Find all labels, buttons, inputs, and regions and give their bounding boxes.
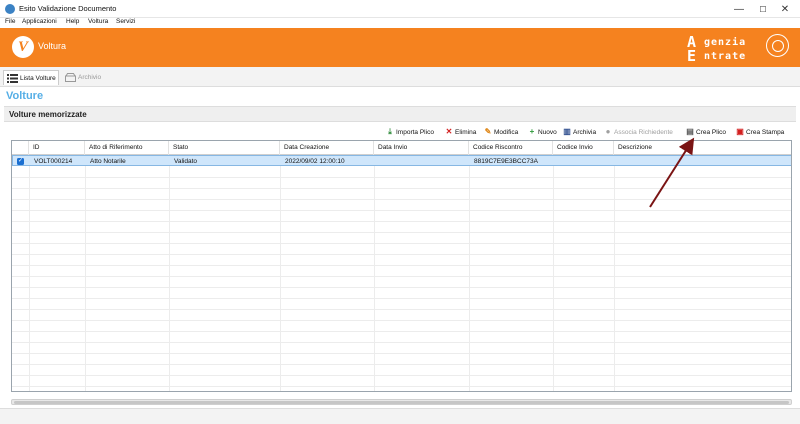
status-bar (0, 408, 800, 424)
tab-bar: Lista Volture Archivio (0, 67, 800, 87)
pdf-icon: ▣ (736, 127, 744, 136)
app-name: Voltura (38, 41, 67, 51)
menu-servizi[interactable]: Servizi (116, 18, 136, 25)
subheading-bar: Volture memorizzate (4, 106, 796, 122)
agenzia-entrate-logo: A genzia E ntrate (683, 33, 768, 65)
menu-bar: File Applicazioni Help Voltura Servizi (0, 18, 800, 28)
empty-row (12, 277, 791, 288)
empty-row (12, 222, 791, 233)
cell-stato: Validato (174, 158, 198, 165)
empty-row (12, 266, 791, 277)
archive-books-icon: ▥ (563, 127, 571, 136)
empty-row (12, 299, 791, 310)
empty-row (12, 211, 791, 222)
menu-help[interactable]: Help (66, 18, 79, 25)
empty-row (12, 365, 791, 376)
menu-file[interactable]: File (5, 18, 15, 25)
menu-voltura[interactable]: Voltura (88, 18, 108, 25)
cell-data-invio (375, 156, 379, 167)
empty-row (12, 288, 791, 299)
brand-genzia: genzia (704, 37, 747, 48)
tab-lista-volture[interactable]: Lista Volture (3, 70, 59, 85)
header-descrizione[interactable]: Descrizione (614, 141, 791, 155)
delete-label: Elimina (455, 128, 477, 136)
import-button[interactable]: ⤓ Importa Plico (386, 126, 434, 138)
empty-row (12, 376, 791, 387)
empty-row (12, 343, 791, 354)
volture-table[interactable]: ID Atto di Riferimento Stato Data Creazi… (11, 140, 792, 392)
window-title: Esito Validazione Documento (19, 4, 117, 13)
header-id[interactable]: ID (29, 141, 85, 155)
brand-ntrate: ntrate (704, 51, 747, 62)
import-label: Importa Plico (396, 128, 434, 136)
new-label: Nuovo (538, 128, 557, 136)
header-data-invio[interactable]: Data Invio (374, 141, 469, 155)
title-bar: Esito Validazione Documento — ☐ ✕ (0, 0, 800, 18)
row-checkbox[interactable]: ✓ (17, 158, 24, 165)
delete-icon: ✕ (445, 127, 453, 136)
empty-row (12, 321, 791, 332)
table-header: ID Atto di Riferimento Stato Data Creazi… (12, 141, 791, 155)
cell-data-creazione: 2022/09/02 12:00:10 (285, 158, 345, 165)
empty-row (12, 354, 791, 365)
plus-icon: + (529, 127, 535, 136)
voltura-logo: V (12, 36, 34, 58)
brand-initial-e: E (687, 47, 697, 65)
empty-row (12, 255, 791, 266)
tab-label: Lista Volture (20, 74, 56, 82)
pencil-icon: ✎ (484, 127, 492, 136)
edit-label: Modifica (494, 128, 519, 136)
create-package-button[interactable]: ▤ Crea Plico (686, 126, 726, 138)
empty-row (12, 167, 791, 178)
empty-row (12, 332, 791, 343)
table-row[interactable]: ✓ VOLT000214 Atto Notarile Validato 2022… (12, 155, 791, 167)
header-select[interactable] (12, 141, 29, 155)
delete-button[interactable]: ✕ Elimina (445, 126, 477, 138)
empty-row (12, 233, 791, 244)
archive-icon (65, 73, 76, 82)
header-stato[interactable]: Stato (169, 141, 280, 155)
archive-button[interactable]: ▥ Archivia (563, 126, 596, 138)
user-icon: ● (605, 127, 611, 136)
cell-codice-invio (554, 156, 558, 167)
scrollbar-thumb[interactable] (14, 401, 789, 404)
close-button[interactable]: ✕ (762, 0, 800, 18)
header-codice-invio[interactable]: Codice Invio (553, 141, 614, 155)
tab-archivio[interactable]: Archivio (62, 70, 107, 85)
app-icon (5, 4, 15, 14)
header-data-creazione[interactable]: Data Creazione (280, 141, 374, 155)
new-button[interactable]: + Nuovo (528, 126, 557, 138)
associate-label: Associa Richiedente (614, 128, 673, 136)
package-icon: ▤ (686, 127, 694, 136)
cell-id: VOLT000214 (34, 158, 73, 165)
menu-applicazioni[interactable]: Applicazioni (22, 18, 57, 25)
empty-row (12, 200, 791, 211)
empty-row (12, 178, 791, 189)
empty-row (12, 189, 791, 200)
list-icon (7, 73, 18, 83)
section-title: Volture (6, 90, 44, 102)
create-print-label: Crea Stampa (746, 128, 785, 136)
cell-codice-riscontro: 8819C7E9E3BCC73A (474, 158, 538, 165)
associate-button[interactable]: ● Associa Richiedente (604, 126, 673, 138)
tab-label: Archivio (78, 74, 102, 81)
empty-row (12, 244, 791, 255)
republic-emblem-icon (766, 34, 789, 57)
toolbar: ⤓ Importa Plico ✕ Elimina ✎ Modifica + N… (0, 126, 800, 138)
create-print-button[interactable]: ▣ Crea Stampa (736, 126, 784, 138)
header-atto[interactable]: Atto di Riferimento (85, 141, 169, 155)
subheading: Volture memorizzate (9, 110, 87, 119)
header-codice-riscontro[interactable]: Codice Riscontro (469, 141, 553, 155)
create-package-label: Crea Plico (696, 128, 726, 136)
edit-button[interactable]: ✎ Modifica (484, 126, 519, 138)
empty-row (12, 310, 791, 321)
cell-atto: Atto Notarile (90, 158, 126, 165)
cell-descrizione (615, 156, 619, 167)
app-header: V Voltura A genzia E ntrate (0, 28, 800, 67)
archive-label: Archivia (573, 128, 597, 136)
horizontal-scrollbar[interactable] (11, 399, 792, 405)
download-icon: ⤓ (388, 127, 392, 136)
